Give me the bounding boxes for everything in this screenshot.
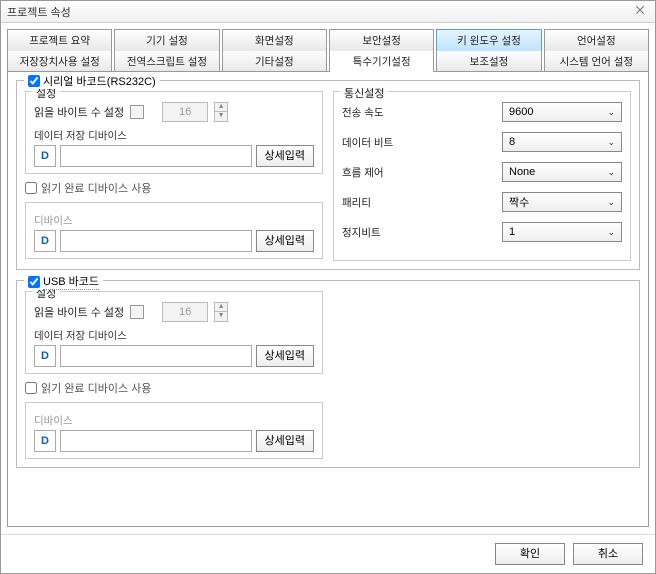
usb-byte-value: 16	[162, 302, 208, 322]
serial-data-device-prefix[interactable]: D	[34, 145, 56, 167]
serial-byte-spinner: ▲ ▼	[214, 102, 228, 122]
serial-comm-label: 통신설정	[340, 85, 388, 101]
flow-select[interactable]: None⌄	[502, 162, 622, 182]
dialog-footer: 확인 취소	[1, 534, 655, 573]
tabs: 프로젝트 요약 기기 설정 화면설정 보안설정 키 윈도우 설정 언어설정 저장…	[1, 23, 655, 72]
chevron-down-icon: ⌄	[607, 167, 615, 178]
spinner-up-icon[interactable]: ▲	[214, 302, 228, 312]
parity-label: 패리티	[342, 195, 406, 210]
usb-byte-checkbox[interactable]	[130, 305, 144, 319]
serial-use-complete-toggle[interactable]: 읽기 완료 디바이스 사용	[25, 180, 323, 196]
flow-label: 흐름 제어	[342, 165, 406, 180]
usb-complete-device-group: 디바이스 D 상세입력	[25, 402, 323, 459]
usb-data-device-label: 데이터 저장 디바이스	[34, 328, 314, 343]
usb-byte-spinner: ▲ ▼	[214, 302, 228, 322]
usb-settings-group: 설정 읽을 바이트 수 설정 16 ▲ ▼ 데이터 저장 디바이스	[25, 291, 323, 374]
spinner-down-icon[interactable]: ▼	[214, 112, 228, 122]
tab-storage-usage[interactable]: 저장장치사용 설정	[7, 51, 112, 72]
tab-system-language[interactable]: 시스템 언어 설정	[544, 51, 649, 72]
tab-screen-settings[interactable]: 화면설정	[222, 29, 327, 51]
chevron-down-icon: ⌄	[607, 107, 615, 118]
serial-device-label: 디바이스	[34, 213, 314, 228]
serial-barcode-section: 시리얼 바코드(RS232C) 설정 읽을 바이트 수 설정 16 ▲	[16, 80, 640, 270]
serial-use-complete-checkbox[interactable]	[25, 182, 37, 194]
serial-device-prefix[interactable]: D	[34, 230, 56, 252]
usb-barcode-checkbox[interactable]	[28, 276, 40, 288]
usb-device-input[interactable]	[60, 430, 252, 452]
usb-device-label: 디바이스	[34, 413, 314, 428]
serial-settings-group: 설정 읽을 바이트 수 설정 16 ▲ ▼ 데이터 저장 디바이스	[25, 91, 323, 174]
serial-device-detail-button[interactable]: 상세입력	[256, 230, 314, 252]
serial-comm-group: 통신설정 전송 속도 9600⌄ 데이터 비트 8⌄ 흐름 제어 None⌄	[333, 91, 631, 261]
tab-key-window-settings[interactable]: 키 윈도우 설정	[436, 29, 541, 51]
usb-use-complete-toggle[interactable]: 읽기 완료 디바이스 사용	[25, 380, 323, 396]
usb-barcode-toggle[interactable]: USB 바코드	[24, 273, 103, 290]
databit-select[interactable]: 8⌄	[502, 132, 622, 152]
tab-aux-settings[interactable]: 보조설정	[436, 51, 541, 72]
chevron-down-icon: ⌄	[607, 227, 615, 238]
serial-byte-label: 읽을 바이트 수 설정	[34, 104, 124, 120]
usb-data-device-input[interactable]	[60, 345, 252, 367]
serial-data-device-detail-button[interactable]: 상세입력	[256, 145, 314, 167]
ok-button[interactable]: 확인	[495, 543, 565, 565]
baud-label: 전송 속도	[342, 105, 406, 120]
serial-byte-value: 16	[162, 102, 208, 122]
databit-label: 데이터 비트	[342, 135, 406, 150]
serial-barcode-toggle[interactable]: 시리얼 바코드(RS232C)	[24, 73, 160, 89]
usb-use-complete-label: 읽기 완료 디바이스 사용	[41, 380, 151, 396]
serial-device-input[interactable]	[60, 230, 252, 252]
tab-etc-settings[interactable]: 기타설정	[222, 51, 327, 72]
tab-content: 시리얼 바코드(RS232C) 설정 읽을 바이트 수 설정 16 ▲	[7, 71, 649, 527]
tab-special-device[interactable]: 특수기기설정	[329, 51, 434, 72]
tab-device-settings[interactable]: 기기 설정	[114, 29, 219, 51]
usb-data-device-detail-button[interactable]: 상세입력	[256, 345, 314, 367]
tab-global-script[interactable]: 전역스크립트 설정	[114, 51, 219, 72]
tab-project-summary[interactable]: 프로젝트 요약	[7, 29, 112, 51]
dialog-title: 프로젝트 속성	[7, 4, 631, 20]
tab-language-settings[interactable]: 언어설정	[544, 29, 649, 51]
serial-use-complete-label: 읽기 완료 디바이스 사용	[41, 180, 151, 196]
parity-select[interactable]: 짝수⌄	[502, 192, 622, 212]
chevron-down-icon: ⌄	[607, 137, 615, 148]
chevron-down-icon: ⌄	[607, 197, 615, 208]
stopbit-label: 정지비트	[342, 225, 406, 240]
usb-use-complete-checkbox[interactable]	[25, 382, 37, 394]
usb-device-detail-button[interactable]: 상세입력	[256, 430, 314, 452]
stopbit-select[interactable]: 1⌄	[502, 222, 622, 242]
usb-barcode-section: USB 바코드 설정 읽을 바이트 수 설정 16 ▲ ▼	[16, 280, 640, 468]
serial-complete-device-group: 디바이스 D 상세입력	[25, 202, 323, 259]
tab-security-settings[interactable]: 보안설정	[329, 29, 434, 51]
serial-barcode-title: 시리얼 바코드(RS232C)	[43, 73, 156, 89]
usb-barcode-title: USB 바코드	[43, 273, 99, 290]
close-icon[interactable]: ⨉	[631, 5, 649, 18]
serial-byte-checkbox[interactable]	[130, 105, 144, 119]
serial-data-device-input[interactable]	[60, 145, 252, 167]
serial-data-device-label: 데이터 저장 디바이스	[34, 128, 314, 143]
usb-device-prefix[interactable]: D	[34, 430, 56, 452]
cancel-button[interactable]: 취소	[573, 543, 643, 565]
spinner-down-icon[interactable]: ▼	[214, 312, 228, 322]
usb-data-device-prefix[interactable]: D	[34, 345, 56, 367]
usb-byte-label: 읽을 바이트 수 설정	[34, 304, 124, 320]
baud-select[interactable]: 9600⌄	[502, 102, 622, 122]
spinner-up-icon[interactable]: ▲	[214, 102, 228, 112]
serial-barcode-checkbox[interactable]	[28, 75, 40, 87]
titlebar: 프로젝트 속성 ⨉	[1, 1, 655, 23]
dialog-window: 프로젝트 속성 ⨉ 프로젝트 요약 기기 설정 화면설정 보안설정 키 윈도우 …	[0, 0, 656, 574]
